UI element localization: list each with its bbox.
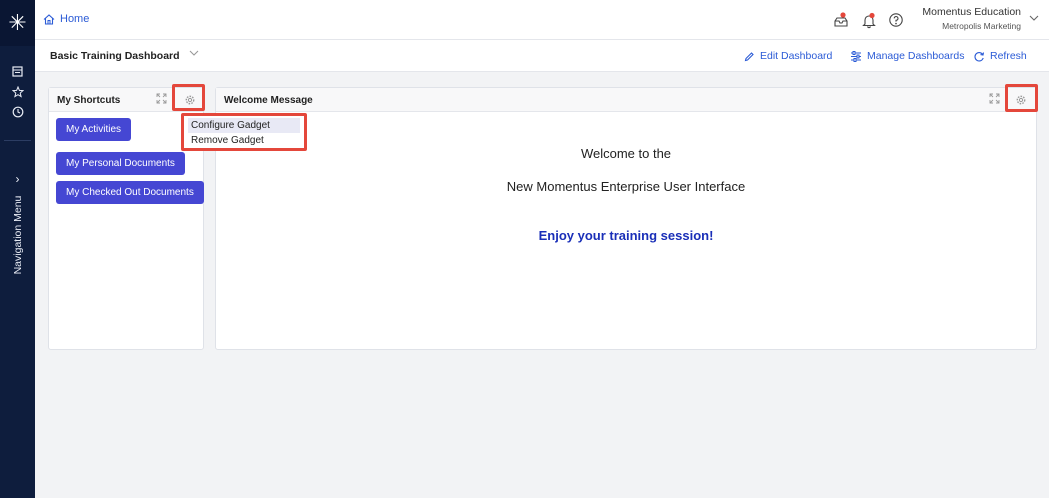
dashboard-icon[interactable] <box>0 66 35 80</box>
asterisk-logo-icon: ✳ <box>8 10 27 35</box>
gadget-options-menu: Configure Gadget Remove Gadget <box>181 113 307 151</box>
highlight-box <box>172 84 205 111</box>
user-organization: Metropolis Marketing <box>942 21 1021 31</box>
top-bar: Home Momentus Education Metropolis Marke… <box>35 0 1049 40</box>
manage-dashboards-label: Manage Dashboards <box>867 50 965 62</box>
manage-dashboards-button[interactable]: Manage Dashboards <box>850 50 964 62</box>
refresh-label: Refresh <box>990 50 1027 62</box>
highlight-box <box>1005 84 1038 112</box>
expand-icon[interactable] <box>989 93 1000 107</box>
welcome-line: Welcome to the <box>580 146 672 161</box>
edit-dashboard-label: Edit Dashboard <box>760 50 833 62</box>
welcome-gadget: Welcome Message Welcome to the New Momen… <box>215 87 1037 350</box>
app-logo[interactable]: ✳ <box>0 0 35 46</box>
task-inbox-icon[interactable] <box>832 11 850 29</box>
bell-icon[interactable] <box>860 11 878 29</box>
expand-icon[interactable] <box>156 93 167 107</box>
chevron-right-icon[interactable]: › <box>0 172 35 186</box>
gadget-header: Welcome Message <box>216 88 1036 112</box>
chevron-down-icon[interactable] <box>189 49 199 60</box>
shortcut-button[interactable]: My Checked Out Documents <box>56 181 204 204</box>
refresh-button[interactable]: Refresh <box>973 50 1027 62</box>
shortcut-button[interactable]: My Activities <box>56 118 132 141</box>
home-icon <box>43 13 55 25</box>
user-name: Momentus Education <box>922 6 1021 18</box>
clock-icon[interactable] <box>0 106 35 121</box>
welcome-emphasis: Enjoy your training session! <box>538 228 714 243</box>
chevron-down-icon[interactable] <box>1029 14 1039 25</box>
left-rail: ✳ › Navigation Menu <box>0 0 35 498</box>
shortcut-button[interactable]: My Personal Documents <box>56 152 185 175</box>
help-icon[interactable] <box>887 11 905 29</box>
navigation-menu-toggle[interactable]: Navigation Menu <box>0 190 35 280</box>
sliders-icon <box>851 50 861 62</box>
configure-gadget-item[interactable]: Configure Gadget <box>188 118 300 133</box>
remove-gadget-item[interactable]: Remove Gadget <box>188 133 267 148</box>
home-breadcrumb[interactable]: Home <box>43 13 89 25</box>
gadget-title: My Shortcuts <box>57 95 121 106</box>
user-profile[interactable]: Momentus Education Metropolis Marketing <box>922 6 1021 31</box>
refresh-icon <box>974 51 985 61</box>
edit-dashboard-button[interactable]: Edit Dashboard <box>744 50 832 62</box>
welcome-line: New Momentus Enterprise User Interface <box>506 179 746 194</box>
pencil-icon <box>744 51 754 61</box>
dashboard-canvas: My Shortcuts My Activities My Personal D… <box>35 72 1049 498</box>
rail-divider <box>4 140 31 141</box>
home-label: Home <box>60 13 90 25</box>
gadget-title: Welcome Message <box>224 95 313 106</box>
star-icon[interactable] <box>0 85 35 101</box>
dashboard-title[interactable]: Basic Training Dashboard <box>50 50 180 62</box>
navigation-menu-label: Navigation Menu <box>11 195 24 275</box>
dashboard-header: Basic Training Dashboard Edit Dashboard … <box>35 40 1049 72</box>
